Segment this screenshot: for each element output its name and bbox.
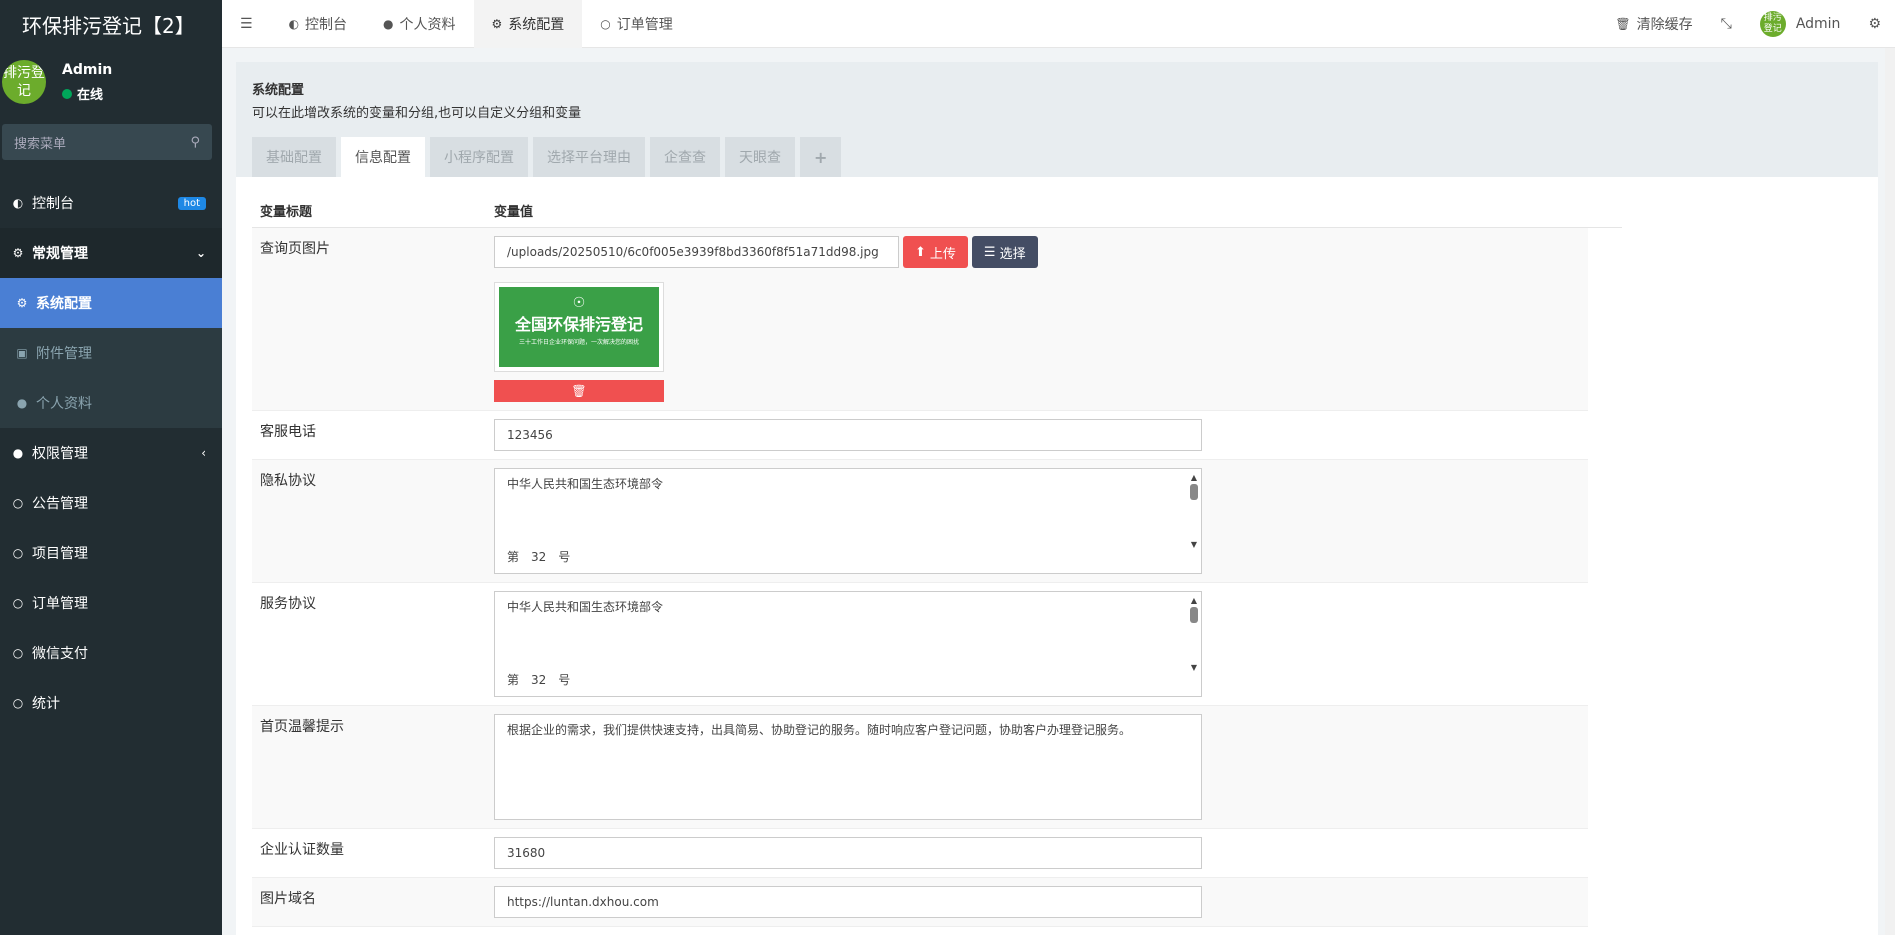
sidebar-item-stats[interactable]: ○ 统计: [0, 678, 222, 728]
service-textarea[interactable]: 中华人民共和国生态环境部令 第 32 号 ▲ ▼: [494, 591, 1202, 697]
tab-basic[interactable]: 基础配置: [252, 137, 336, 177]
page-title: 系统配置: [252, 83, 305, 98]
app-title[interactable]: 环保排污登记【2】: [0, 0, 222, 48]
sidebar-menu: ◐ 控制台 hot ⚙ 常规管理 ⌄ ⚙ 系统配置 ▣ 附件管理 ● 个人资料 ● 权限管理 ‹ …: [0, 178, 222, 728]
image-preview[interactable]: ☉ 全国环保排污登记 三十工作日企业环保问题，一次解决您的困扰: [494, 282, 664, 372]
upload-button[interactable]: ⬆ 上传: [903, 236, 968, 268]
tab-platform-reason[interactable]: 选择平台理由: [533, 137, 645, 177]
table-row: 查询页图片 /uploads/20250510/6c0f005e3939f8bd…: [252, 228, 1588, 411]
tab-tianyancha[interactable]: 天眼查: [725, 137, 795, 177]
company-count-input[interactable]: 31680: [494, 837, 1202, 869]
panel-header: 系统配置 可以在此增改系统的变量和分组,也可以自定义分组和变量 基础配置 信息配…: [236, 62, 1878, 177]
circle-icon: ○: [12, 596, 24, 610]
tab-info[interactable]: 信息配置: [341, 137, 425, 177]
sidebar-item-system-config[interactable]: ⚙ 系统配置: [0, 278, 222, 328]
hamburger-icon: ☰: [240, 15, 253, 32]
sidebar-item-general[interactable]: ⚙ 常规管理 ⌄: [0, 228, 222, 278]
topbar: ☰ ◐ 控制台 ● 个人资料 ⚙ 系统配置 ○ 订单管理 🗑 清除缓存 ⤡ 排污登记 Adm…: [222, 0, 1895, 48]
table-row: 服务协议 中华人民共和国生态环境部令 第 32 号 ▲ ▼: [252, 583, 1588, 706]
tab-miniprogram[interactable]: 小程序配置: [430, 137, 528, 177]
sidebar-item-wechat-pay[interactable]: ○ 微信支付: [0, 628, 222, 678]
scrollbar[interactable]: ▲ ▼: [1189, 473, 1199, 569]
user-icon: ●: [383, 16, 394, 31]
list-icon: ☰: [983, 244, 996, 260]
user-panel: 排污登记 Admin 在线: [0, 48, 222, 116]
sidebar-item-notices[interactable]: ○ 公告管理: [0, 478, 222, 528]
scrollbar[interactable]: ▲ ▼: [1189, 596, 1199, 692]
hot-badge: hot: [177, 196, 206, 210]
search-icon[interactable]: ⚲: [190, 135, 200, 150]
online-dot-icon: [62, 88, 72, 99]
privacy-textarea[interactable]: 中华人民共和国生态环境部令 第 32 号 ▲ ▼: [494, 468, 1202, 574]
chevron-left-icon: ‹: [201, 446, 206, 460]
add-tab-button[interactable]: +: [800, 137, 842, 177]
tab-qichacha[interactable]: 企查查: [650, 137, 720, 177]
table-row: 客服电话 123456: [252, 411, 1588, 460]
config-tabs: 基础配置 信息配置 小程序配置 选择平台理由 企查查 天眼查 +: [252, 137, 846, 177]
sidebar-item-permissions[interactable]: ● 权限管理 ‹: [0, 428, 222, 478]
tab-dashboard[interactable]: ◐ 控制台: [271, 0, 365, 48]
image-domain-input[interactable]: https://luntan.dxhou.com: [494, 886, 1202, 918]
circle-icon: ○: [12, 546, 24, 560]
gear-icon: ⚙: [491, 16, 503, 31]
phone-input[interactable]: 123456: [494, 419, 1202, 451]
tab-orders[interactable]: ○ 订单管理: [582, 0, 690, 48]
sidebar: 环保排污登记【2】 排污登记 Admin 在线 搜索菜单 ⚲ ◐ 控制台 hot ⚙ 常…: [0, 0, 222, 935]
user-status: 在线: [62, 84, 103, 103]
table-row: 企业认证数量 31680: [252, 829, 1588, 878]
expand-icon: ⤡: [1720, 16, 1732, 32]
table-row: 隐私协议 中华人民共和国生态环境部令 第 32 号 ▲ ▼: [252, 460, 1588, 583]
sidebar-item-projects[interactable]: ○ 项目管理: [0, 528, 222, 578]
home-tip-textarea[interactable]: 根据企业的需求，我们提供快速支持，出具简易、协助登记的服务。随时响应客户登记问题…: [494, 714, 1202, 820]
file-image-icon: ▣: [16, 346, 28, 360]
admin-menu[interactable]: 排污登记 Admin: [1746, 0, 1855, 48]
sidebar-item-attachments[interactable]: ▣ 附件管理: [0, 328, 222, 378]
menu-toggle-button[interactable]: ☰: [222, 0, 271, 48]
clear-cache-button[interactable]: 🗑 清除缓存: [1601, 0, 1706, 48]
dashboard-icon: ◐: [288, 16, 300, 31]
avatar: 排污登记: [2, 60, 46, 104]
page-description: 可以在此增改系统的变量和分组,也可以自定义分组和变量: [252, 106, 582, 121]
trash-icon: 🗑: [1615, 17, 1631, 31]
gear-icon: ⚙: [16, 296, 28, 310]
trash-icon: 🗑: [571, 384, 587, 398]
circle-icon: ○: [12, 646, 24, 660]
delete-image-button[interactable]: 🗑: [494, 380, 664, 402]
cogs-icon: ⚙: [12, 246, 24, 260]
table-row: 图片域名 https://luntan.dxhou.com: [252, 878, 1588, 927]
emblem-icon: ☉: [572, 295, 586, 311]
sidebar-item-orders[interactable]: ○ 订单管理: [0, 578, 222, 628]
group-icon: ●: [12, 446, 24, 460]
topbar-right: 🗑 清除缓存 ⤡ 排污登记 Admin ⚙: [1601, 0, 1895, 48]
fullscreen-button[interactable]: ⤡: [1707, 0, 1746, 48]
search-input[interactable]: 搜索菜单 ⚲: [2, 124, 212, 160]
upload-icon: ⬆: [915, 244, 926, 260]
table-row: 首页温馨提示 根据企业的需求，我们提供快速支持，出具简易、协助登记的服务。随时响…: [252, 706, 1588, 829]
config-panel: 系统配置 可以在此增改系统的变量和分组,也可以自定义分组和变量 基础配置 信息配…: [236, 62, 1878, 935]
user-name: Admin: [62, 62, 113, 78]
avatar: 排污登记: [1759, 11, 1786, 37]
table-header: 变量标题 变量值: [252, 194, 1622, 228]
tab-profile[interactable]: ● 个人资料: [365, 0, 473, 48]
page-scrollbar[interactable]: [1885, 48, 1895, 935]
config-table: 变量标题 变量值 查询页图片 /uploads/20250510/6c0f005…: [252, 194, 1622, 927]
dashboard-icon: ◐: [12, 196, 24, 210]
sidebar-item-profile[interactable]: ● 个人资料: [0, 378, 222, 428]
circle-icon: ○: [12, 696, 24, 710]
image-path-input[interactable]: /uploads/20250510/6c0f005e3939f8bd3360f8…: [494, 236, 899, 268]
circle-icon: ○: [600, 16, 611, 31]
circle-icon: ○: [12, 496, 24, 510]
chevron-down-icon: ⌄: [195, 246, 206, 260]
sidebar-item-dashboard[interactable]: ◐ 控制台 hot: [0, 178, 222, 228]
tab-system-config[interactable]: ⚙ 系统配置: [473, 0, 583, 48]
content-area: 系统配置 可以在此增改系统的变量和分组,也可以自定义分组和变量 基础配置 信息配…: [222, 48, 1895, 935]
cogs-icon: ⚙: [1868, 16, 1881, 32]
choose-button[interactable]: ☰ 选择: [971, 236, 1038, 268]
user-icon: ●: [16, 396, 28, 410]
settings-button[interactable]: ⚙: [1854, 0, 1895, 48]
